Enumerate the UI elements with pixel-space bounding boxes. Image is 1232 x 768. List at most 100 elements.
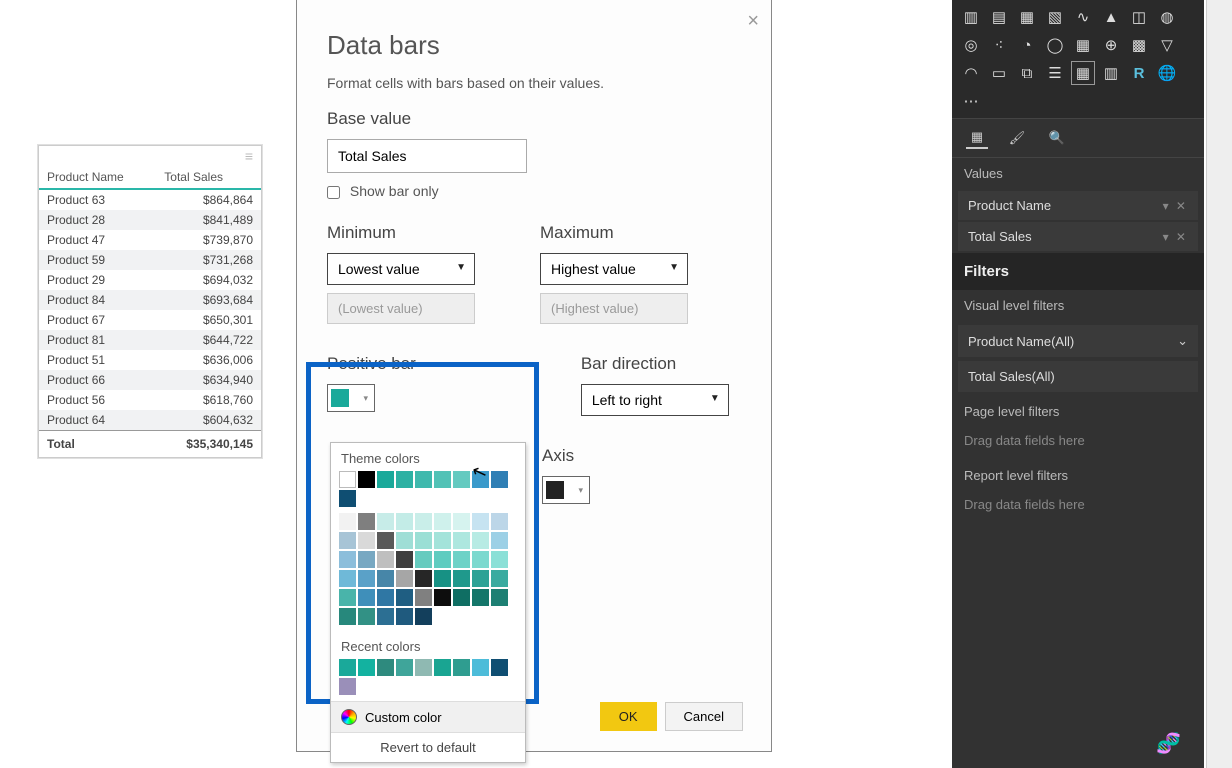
color-swatch[interactable] — [358, 471, 375, 488]
color-swatch[interactable] — [434, 532, 451, 549]
minimum-value-input[interactable]: (Lowest value) — [327, 293, 475, 324]
maximum-select[interactable]: Highest value — [540, 253, 688, 285]
color-swatch[interactable] — [491, 532, 508, 549]
table-row[interactable]: Product 67$650,301 — [39, 310, 261, 330]
color-swatch[interactable] — [491, 589, 508, 606]
kpi-icon[interactable]: ⧉ — [1016, 62, 1038, 84]
color-swatch[interactable] — [472, 659, 489, 676]
color-swatch[interactable] — [358, 513, 375, 530]
clustered-bar-icon[interactable]: ▤ — [988, 6, 1010, 28]
color-swatch[interactable] — [453, 551, 470, 568]
chevron-down-icon[interactable]: ⌄ — [1177, 333, 1188, 349]
color-swatch[interactable] — [358, 659, 375, 676]
color-swatch[interactable] — [472, 513, 489, 530]
color-swatch[interactable] — [339, 678, 356, 695]
color-swatch[interactable] — [377, 532, 394, 549]
color-swatch[interactable] — [491, 513, 508, 530]
color-swatch[interactable] — [453, 570, 470, 587]
minimum-select[interactable]: Lowest value — [327, 253, 475, 285]
fields-tab-icon[interactable]: ▦ — [966, 127, 988, 149]
color-swatch[interactable] — [377, 589, 394, 606]
base-value-field[interactable]: Total Sales — [327, 139, 527, 173]
pie-icon[interactable]: ◔ — [1016, 34, 1038, 56]
table-visual[interactable]: ≡ Product Name Total Sales Product 63$86… — [38, 145, 262, 458]
table-row[interactable]: Product 81$644,722 — [39, 330, 261, 350]
color-swatch[interactable] — [491, 551, 508, 568]
report-filters-drop-hint[interactable]: Drag data fields here — [952, 491, 1204, 524]
color-swatch[interactable] — [415, 471, 432, 488]
treemap-icon[interactable]: ▦ — [1072, 34, 1094, 56]
color-swatch[interactable] — [415, 608, 432, 625]
color-swatch[interactable] — [339, 513, 356, 530]
color-swatch[interactable] — [472, 551, 489, 568]
positive-bar-color-picker[interactable]: ▾ — [327, 384, 375, 412]
area-chart-icon[interactable]: ▲ — [1100, 6, 1122, 28]
ribbon-icon[interactable]: ◎ — [960, 34, 982, 56]
color-swatch[interactable] — [396, 513, 413, 530]
field-well-total-sales[interactable]: Total Sales▾ ✕ — [958, 222, 1198, 251]
color-swatch[interactable] — [358, 589, 375, 606]
color-swatch[interactable] — [358, 570, 375, 587]
color-swatch[interactable] — [358, 608, 375, 625]
color-swatch[interactable] — [377, 659, 394, 676]
color-swatch[interactable] — [491, 471, 508, 488]
map-icon[interactable]: ⊕ — [1100, 34, 1122, 56]
color-swatch[interactable] — [339, 570, 356, 587]
color-swatch[interactable] — [339, 551, 356, 568]
color-swatch[interactable] — [377, 551, 394, 568]
col-header-sales[interactable]: Total Sales — [156, 166, 261, 189]
color-swatch[interactable] — [434, 570, 451, 587]
color-swatch[interactable] — [377, 570, 394, 587]
color-swatch[interactable] — [453, 659, 470, 676]
color-swatch[interactable] — [396, 659, 413, 676]
color-swatch[interactable] — [453, 471, 470, 488]
color-swatch[interactable] — [453, 589, 470, 606]
color-swatch[interactable] — [339, 471, 356, 488]
color-swatch[interactable] — [434, 471, 451, 488]
format-tab-icon[interactable]: 🖌 — [1006, 127, 1028, 149]
collapsed-fields-rail[interactable] — [1206, 0, 1232, 768]
color-swatch[interactable] — [339, 659, 356, 676]
show-bar-only-checkbox[interactable] — [327, 186, 340, 199]
table-row[interactable]: Product 28$841,489 — [39, 210, 261, 230]
line-column-icon[interactable]: ◍ — [1156, 6, 1178, 28]
stacked-bar-icon[interactable]: ▥ — [960, 6, 982, 28]
color-swatch[interactable] — [434, 513, 451, 530]
cancel-button[interactable]: Cancel — [665, 702, 743, 731]
col-header-product[interactable]: Product Name — [39, 166, 156, 189]
visual-filter-product-name[interactable]: Product Name(All)⌄ — [958, 325, 1198, 357]
color-swatch[interactable] — [415, 551, 432, 568]
table-row[interactable]: Product 63$864,864 — [39, 189, 261, 210]
color-swatch[interactable] — [472, 570, 489, 587]
color-swatch[interactable] — [491, 659, 508, 676]
r-visual-icon[interactable]: R — [1128, 62, 1150, 84]
ok-button[interactable]: OK — [600, 702, 657, 731]
color-swatch[interactable] — [396, 471, 413, 488]
color-swatch[interactable] — [491, 570, 508, 587]
custom-color-button[interactable]: Custom color — [331, 701, 525, 732]
stacked-column-icon[interactable]: ▦ — [1016, 6, 1038, 28]
table-row[interactable]: Product 47$739,870 — [39, 230, 261, 250]
revert-to-default-button[interactable]: Revert to default — [331, 732, 525, 762]
color-swatch[interactable] — [396, 608, 413, 625]
color-swatch[interactable] — [415, 532, 432, 549]
color-swatch[interactable] — [415, 513, 432, 530]
table-row[interactable]: Product 84$693,684 — [39, 290, 261, 310]
clustered-column-icon[interactable]: ▧ — [1044, 6, 1066, 28]
donut-icon[interactable]: ◯ — [1044, 34, 1066, 56]
color-swatch[interactable] — [396, 532, 413, 549]
maximum-value-input[interactable]: (Highest value) — [540, 293, 688, 324]
color-swatch[interactable] — [377, 513, 394, 530]
scatter-icon[interactable]: ⁖ — [988, 34, 1010, 56]
color-swatch[interactable] — [396, 551, 413, 568]
slicer-icon[interactable]: ☰ — [1044, 62, 1066, 84]
color-swatch[interactable] — [472, 589, 489, 606]
table-row[interactable]: Product 64$604,632 — [39, 410, 261, 431]
color-swatch[interactable] — [415, 589, 432, 606]
funnel-icon[interactable]: ▽ — [1156, 34, 1178, 56]
matrix-icon[interactable]: ▥ — [1100, 62, 1122, 84]
color-swatch[interactable] — [396, 570, 413, 587]
table-row[interactable]: Product 29$694,032 — [39, 270, 261, 290]
color-swatch[interactable] — [415, 570, 432, 587]
table-row[interactable]: Product 66$634,940 — [39, 370, 261, 390]
